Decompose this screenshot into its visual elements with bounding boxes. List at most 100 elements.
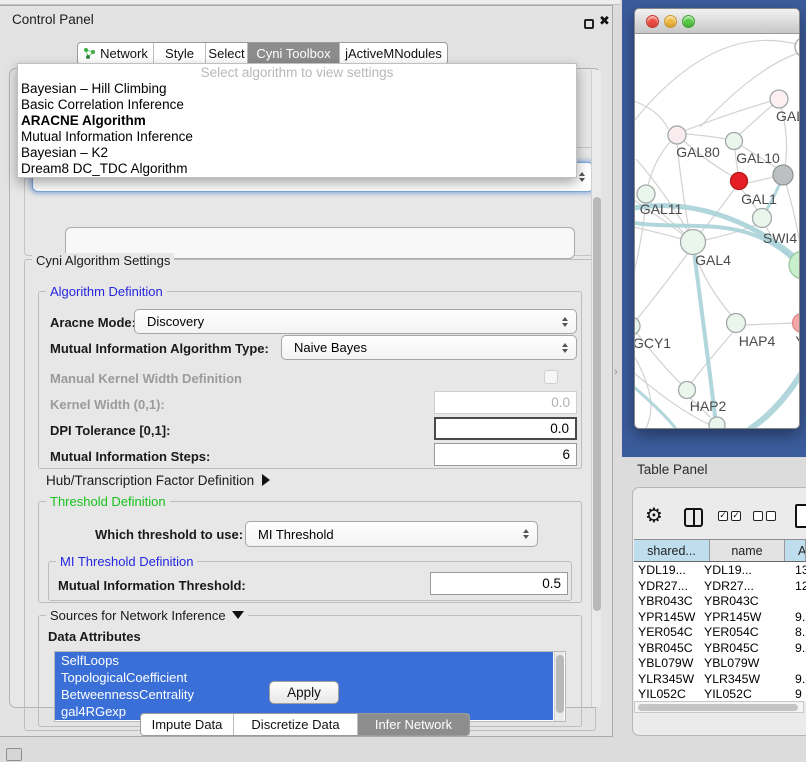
kernel-width-field[interactable]: 0.0	[434, 391, 577, 414]
tab-network[interactable]: Network	[78, 43, 153, 64]
network-graph-canvas[interactable]: GALGAL80GAL10GAL1GAL11SWI4GAL4GCY1HAP4YH…	[635, 34, 799, 428]
table-cell: YPR145W	[638, 610, 695, 624]
tab-discretize-data[interactable]: Discretize Data	[233, 714, 357, 735]
settings-scrollbar-thumb[interactable]	[593, 197, 601, 611]
apply-button[interactable]: Apply	[269, 681, 339, 704]
mi-steps-value: 6	[562, 447, 570, 462]
node-label: GAL11	[640, 201, 683, 217]
table-row[interactable]: YBR043CYBR043C	[634, 593, 806, 609]
column-header-shared...[interactable]: shared...	[634, 540, 710, 561]
column-header-name[interactable]: name	[710, 540, 785, 561]
import-table-icon[interactable]	[795, 504, 806, 528]
network-node-hap4[interactable]	[727, 314, 746, 333]
network-node[interactable]	[773, 165, 793, 185]
tab-label: Style	[165, 46, 194, 61]
split-divider-handle[interactable]: ›	[614, 366, 618, 378]
algorithm-definition-title: Algorithm Definition	[46, 284, 167, 299]
network-node-gal[interactable]	[770, 90, 788, 108]
network-node[interactable]	[709, 417, 725, 428]
algorithm-option[interactable]: Basic Correlation Inference	[18, 97, 576, 113]
network-node-gal4[interactable]	[681, 230, 706, 255]
node-label: GAL1	[741, 191, 777, 207]
table-row[interactable]: YBR045CYBR045C9.	[634, 640, 806, 656]
kernel-width-value: 0.0	[551, 395, 570, 410]
table-cell: YLR345W	[704, 672, 760, 686]
table-cell: YIL052C	[638, 687, 686, 701]
select-all-icon[interactable]: ✓ ✓	[718, 511, 741, 521]
table-cell: 8.	[795, 625, 805, 639]
table-cell: YBL079W	[704, 656, 759, 670]
window-zoom-button[interactable]	[682, 15, 695, 28]
tab-label: Discretize Data	[251, 717, 339, 732]
table-cell: YIL052C	[704, 687, 752, 701]
table-hscroll-thumb[interactable]	[638, 704, 798, 711]
table-row[interactable]: YDL19...YDL19...13	[634, 562, 806, 578]
unchecked-checkbox-icon	[753, 511, 763, 521]
attribute-item[interactable]: SelfLoops	[55, 652, 553, 669]
algorithm-option[interactable]: Dream8 DC_TDC Algorithm	[18, 161, 576, 177]
attributes-scrollbar-thumb[interactable]	[556, 655, 564, 713]
tab-jactivemnodules[interactable]: jActiveMNodules	[339, 43, 447, 64]
tab-cyni-toolbox[interactable]: Cyni Toolbox	[247, 43, 339, 64]
table-settings-gear-icon[interactable]: ⚙	[645, 503, 663, 527]
table-row[interactable]: YPR145WYPR145W9.	[634, 609, 806, 625]
table-horizontal-scrollbar[interactable]	[634, 701, 804, 713]
node-label: HAP2	[690, 398, 727, 414]
column-header-A[interactable]: A	[785, 540, 806, 561]
tab-infer-network[interactable]: Infer Network	[357, 714, 469, 735]
network-node-gcy1[interactable]	[635, 317, 640, 335]
network-node-y[interactable]	[793, 314, 800, 333]
tab-label: Cyni Toolbox	[256, 46, 330, 61]
which-threshold-value: MI Threshold	[258, 527, 334, 542]
hub-definition-label: Hub/Transcription Factor Definition	[46, 473, 254, 488]
network-node-swi4[interactable]	[753, 209, 772, 228]
close-icon[interactable]: ✖	[599, 14, 610, 29]
network-node-gal80[interactable]	[668, 126, 686, 144]
dpi-tolerance-label: DPI Tolerance [0,1]:	[50, 423, 170, 438]
algorithm-option[interactable]: Bayesian – Hill Climbing	[18, 81, 576, 97]
sources-group-title[interactable]: Sources for Network Inference	[46, 608, 248, 623]
window-close-button[interactable]	[646, 15, 659, 28]
checked-checkbox-icon: ✓	[731, 511, 741, 521]
table-cell: YBL079W	[638, 656, 693, 670]
mi-threshold-field[interactable]: 0.5	[430, 572, 568, 595]
tab-label: Network	[100, 46, 148, 61]
mi-steps-field[interactable]: 6	[434, 443, 577, 466]
deselect-all-icon[interactable]	[753, 511, 776, 521]
window-minimize-button[interactable]	[664, 15, 677, 28]
table-cell: YER054C	[638, 625, 693, 639]
table-cell: YBR043C	[638, 594, 693, 608]
network-view-window[interactable]: GALGAL80GAL10GAL1GAL11SWI4GAL4GCY1HAP4YH…	[634, 8, 800, 429]
table-rows[interactable]: YDL19...YDL19...13YDR27...YDR27...12YBR0…	[634, 562, 806, 701]
tab-select[interactable]: Select	[205, 43, 247, 64]
hub-definition-toggle[interactable]: Hub/Transcription Factor Definition	[46, 473, 270, 488]
control-panel: Control Panel ✖ NetworkStyleSelectCyni T…	[0, 5, 613, 737]
table-row[interactable]: YBL079W YBL079W	[634, 655, 806, 671]
aracne-mode-combo[interactable]: Discovery	[134, 309, 577, 334]
settings-scrollbar[interactable]	[591, 70, 601, 707]
manual-kernel-checkbox[interactable]	[544, 370, 558, 384]
dpi-tolerance-field[interactable]: 0.0	[434, 417, 577, 440]
network-node-hap2[interactable]	[679, 382, 696, 399]
tab-label: jActiveMNodules	[345, 46, 442, 61]
network-node-gal1[interactable]	[731, 173, 748, 190]
table-row[interactable]: YDR27...YDR27...12	[634, 578, 806, 594]
table-row[interactable]: YER054CYER054C8.	[634, 624, 806, 640]
table-row[interactable]: YIL052CYIL052C9	[634, 686, 806, 701]
network-window-titlebar[interactable]	[635, 9, 799, 34]
mi-threshold-label: Mutual Information Threshold:	[58, 578, 246, 593]
which-threshold-combo[interactable]: MI Threshold	[245, 521, 538, 547]
tab-style[interactable]: Style	[153, 43, 205, 64]
tab-impute-data[interactable]: Impute Data	[141, 714, 233, 735]
panel-grip-button[interactable]	[6, 748, 22, 761]
column-chooser-icon[interactable]	[684, 508, 703, 527]
attributes-scrollbar[interactable]	[554, 652, 564, 721]
network-node-gal10[interactable]	[726, 133, 743, 150]
algorithm-option[interactable]: ARACNE Algorithm	[18, 113, 576, 129]
table-row[interactable]: YLR345WYLR345W9.	[634, 671, 806, 687]
algorithm-option[interactable]: Bayesian – K2	[18, 145, 576, 161]
table-header-row[interactable]: shared...nameA	[634, 539, 806, 562]
algorithm-option[interactable]: Mutual Information Inference	[18, 129, 576, 145]
float-window-icon[interactable]	[584, 19, 594, 29]
mi-type-combo[interactable]: Naive Bayes	[281, 335, 577, 360]
